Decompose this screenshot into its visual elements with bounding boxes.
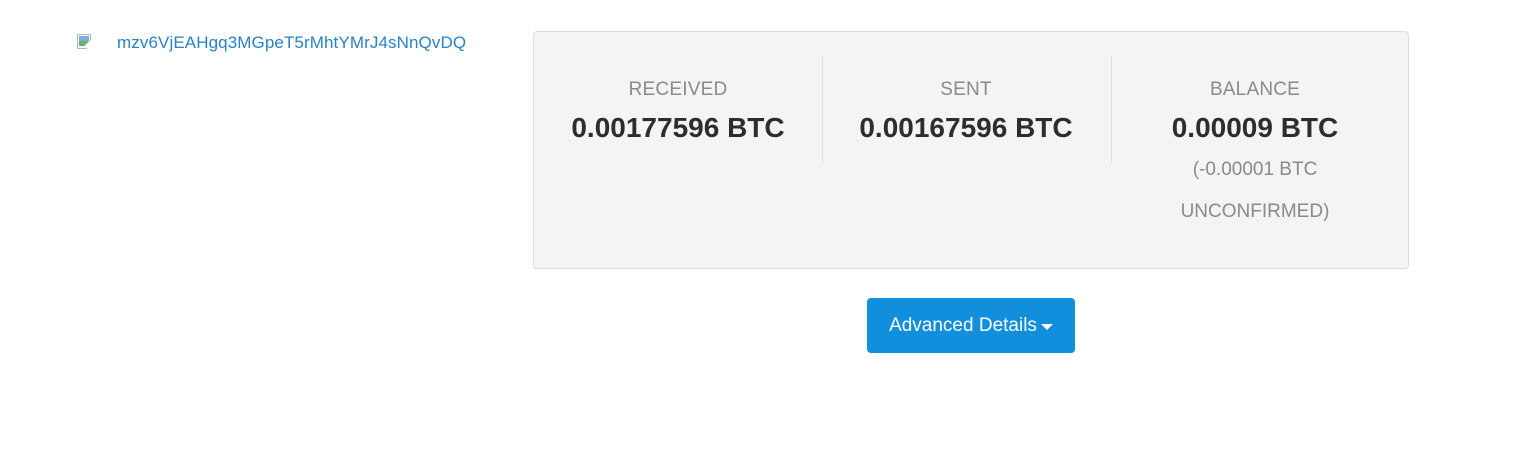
balance-label: BALANCE	[1209, 79, 1301, 100]
sent-stat: SENT 0.00167596 BTC	[822, 56, 1110, 144]
unconfirmed-label: UNCONFIRMED)	[1180, 201, 1330, 222]
sent-label: SENT	[940, 79, 992, 100]
advanced-details-label: Advanced Details	[889, 314, 1037, 336]
broken-image-icon	[77, 34, 96, 52]
address-header: mzv6VjEAHgq3MGpeT5rMhtYMrJ4sNnQvDQ	[77, 33, 466, 53]
unconfirmed-amount: (-0.00001 BTC	[1192, 159, 1318, 180]
balance-value: 0.00009 BTC	[1171, 112, 1339, 143]
address-summary-panel: RECEIVED 0.00177596 BTC SENT 0.00167596 …	[533, 31, 1409, 269]
received-label: RECEIVED	[628, 79, 728, 100]
sent-value: 0.00167596 BTC	[859, 112, 1073, 143]
received-value: 0.00177596 BTC	[571, 112, 785, 143]
balance-stat: BALANCE 0.00009 BTC (-0.00001 BTC UNCONF…	[1111, 56, 1399, 233]
advanced-details-button[interactable]: Advanced Details	[867, 298, 1075, 353]
caret-down-icon	[1040, 324, 1053, 330]
address-link[interactable]: mzv6VjEAHgq3MGpeT5rMhtYMrJ4sNnQvDQ	[117, 33, 466, 53]
received-stat: RECEIVED 0.00177596 BTC	[534, 56, 822, 144]
